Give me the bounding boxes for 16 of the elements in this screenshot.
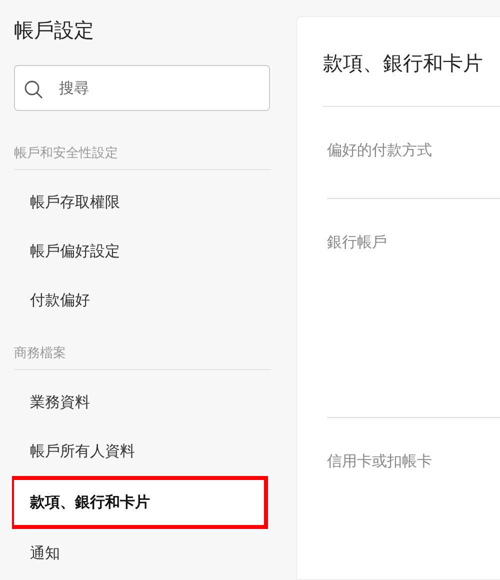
section-label: 偏好的付款方式 — [327, 141, 433, 161]
sidebar-item[interactable]: 帳戶存取權限 — [14, 180, 262, 225]
sidebar-item[interactable]: 業務資料 — [14, 380, 262, 425]
sidebar-item[interactable]: 通知 — [14, 531, 262, 576]
sidebar-item[interactable]: 帳戶偏好設定 — [14, 229, 262, 274]
sidebar-item[interactable]: 付款偏好 — [14, 278, 262, 323]
sidebar-item[interactable]: 款項、銀行和卡片 — [14, 480, 262, 525]
section-label: 銀行帳戶 — [327, 233, 388, 253]
section-heading: 帳戶和安全性設定 — [14, 145, 119, 162]
search-icon — [24, 80, 44, 100]
search-field[interactable]: 搜尋 — [14, 65, 270, 111]
sidebar-item[interactable]: 帳戶所有人資料 — [14, 429, 262, 474]
page-title: 款項、銀行和卡片 — [323, 51, 500, 107]
sidebar-title: 帳戶設定 — [14, 19, 95, 44]
section-heading: 商務檔案 — [14, 345, 67, 362]
section-label: 信用卡或扣帳卡 — [327, 452, 433, 472]
